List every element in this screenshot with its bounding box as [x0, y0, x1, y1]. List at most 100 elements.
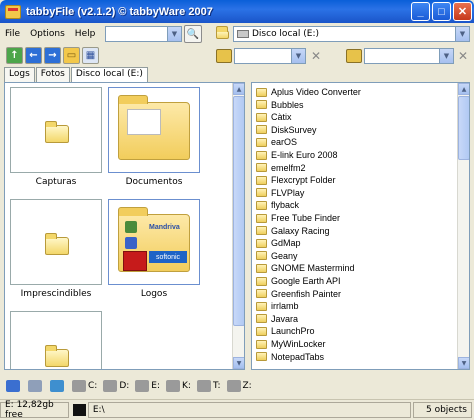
drive-c[interactable]: C:: [88, 381, 97, 391]
drive-e[interactable]: E:: [151, 381, 160, 391]
folder-icon: [256, 251, 267, 261]
thumbnail-pane[interactable]: Capturas Documentos Imprescindibles Mand…: [4, 82, 245, 370]
network-icon[interactable]: [50, 380, 64, 392]
tab-logs[interactable]: Logs: [4, 67, 35, 82]
list-item[interactable]: Flexcrypt Folder: [256, 174, 336, 186]
drive-icon: [237, 30, 249, 38]
drive-d[interactable]: D:: [119, 381, 129, 391]
list-item[interactable]: Free Tube Finder: [256, 212, 340, 224]
tab-disco-local[interactable]: Disco local (E:): [70, 67, 148, 82]
document-preview: [127, 109, 161, 135]
cd-drive-icon[interactable]: [103, 380, 118, 392]
list-item[interactable]: Google Earth API: [256, 275, 341, 287]
drive-icon[interactable]: [226, 380, 241, 392]
app-logo-icon: [125, 237, 137, 249]
list-item[interactable]: DiskSurvey: [256, 124, 317, 136]
softonic-logo: softonic: [149, 251, 187, 263]
scroll-down-icon[interactable]: ▼: [458, 357, 469, 369]
drive-folder-icon[interactable]: [346, 49, 362, 63]
minimize-button[interactable]: _: [411, 2, 430, 21]
list-item[interactable]: NotepadTabs: [256, 351, 324, 363]
list-item[interactable]: flyback: [256, 199, 299, 211]
drive-folder-icon[interactable]: [216, 49, 232, 63]
drive-icon[interactable]: [166, 380, 181, 392]
list-item-label: GdMap: [271, 238, 301, 249]
chevron-down-icon[interactable]: ▼: [167, 27, 181, 41]
list-item-label: Greenfish Painter: [271, 288, 342, 299]
list-item-label: Geany: [271, 250, 298, 261]
mandriva-logo: Mandriva: [149, 224, 180, 231]
chevron-down-icon[interactable]: ▼: [439, 49, 453, 63]
chevron-down-icon[interactable]: ▼: [291, 49, 305, 63]
list-item-label: Càtix: [271, 112, 292, 123]
refresh-icon[interactable]: [6, 380, 20, 392]
list-item[interactable]: E-link Euro 2008: [256, 149, 338, 161]
toolbar-combo-2[interactable]: ▼: [364, 48, 454, 64]
forward-icon[interactable]: →: [44, 47, 61, 64]
folder-icon: [256, 125, 267, 135]
scroll-up-icon[interactable]: ▲: [458, 83, 469, 95]
menu-options[interactable]: Options: [25, 29, 70, 39]
toolbar-combo-1[interactable]: ▼: [234, 48, 306, 64]
list-item[interactable]: Galaxy Racing: [256, 225, 330, 237]
drive-icon[interactable]: [72, 380, 86, 392]
thumbnail-documentos[interactable]: [108, 87, 200, 173]
right-scrollbar[interactable]: ▲ ▼: [457, 83, 469, 369]
list-item-label: Flexcrypt Folder: [271, 175, 336, 186]
file-list[interactable]: Aplus Video Converter Bubbles Càtix DiskSur…: [251, 82, 470, 370]
thumbnail-folder[interactable]: [10, 311, 102, 369]
tab-fotos[interactable]: Fotos: [35, 67, 70, 82]
thumbnail-label: Capturas: [35, 177, 77, 187]
list-item[interactable]: Greenfish Painter: [256, 288, 341, 300]
scroll-thumb[interactable]: [233, 96, 244, 326]
close-button[interactable]: ✕: [453, 2, 472, 21]
list-item[interactable]: earOS: [256, 136, 297, 148]
thumbnail-logos[interactable]: Mandriva softonic: [108, 199, 200, 285]
up-folder-icon[interactable]: ↑: [6, 47, 23, 64]
menu-help[interactable]: Help: [70, 29, 101, 39]
list-item[interactable]: FLVPlay: [256, 187, 304, 199]
list-item[interactable]: LaunchPro: [256, 325, 315, 337]
scroll-thumb[interactable]: [458, 96, 469, 160]
list-item[interactable]: irrlamb: [256, 300, 299, 312]
title-bar[interactable]: tabbyFile (v2.1.2) © tabbyWare 2007 _ □ …: [0, 0, 474, 23]
drive-icon[interactable]: [135, 380, 150, 392]
console-icon[interactable]: [73, 403, 86, 416]
list-item[interactable]: emelfm2: [256, 162, 306, 174]
list-item[interactable]: GNOME Mastermind: [256, 262, 355, 274]
list-item-label: Galaxy Racing: [271, 225, 330, 236]
maximize-button[interactable]: □: [432, 2, 451, 21]
drive-k[interactable]: K:: [182, 381, 191, 391]
search-button[interactable]: 🔍: [184, 25, 202, 43]
view-icon[interactable]: ▦: [82, 47, 99, 64]
list-item[interactable]: Bubbles: [256, 99, 304, 111]
list-item[interactable]: Javara: [256, 313, 298, 325]
user-icon[interactable]: [28, 380, 42, 392]
search-combo[interactable]: ▼: [105, 26, 182, 42]
list-item-label: Aplus Video Converter: [271, 87, 361, 97]
delete-icon[interactable]: ✕: [311, 49, 321, 63]
thumbnail-imprescindibles[interactable]: [10, 199, 102, 285]
scroll-up-icon[interactable]: ▲: [233, 83, 244, 95]
list-item[interactable]: MyWinLocker: [256, 338, 326, 350]
drive-z[interactable]: Z:: [243, 381, 252, 391]
drive-t[interactable]: T:: [213, 381, 221, 391]
back-icon[interactable]: ←: [25, 47, 42, 64]
scroll-down-icon[interactable]: ▼: [233, 357, 244, 369]
thumbnail-capturas[interactable]: [10, 87, 102, 173]
list-item-label: E-link Euro 2008: [271, 150, 338, 160]
list-item[interactable]: Càtix: [256, 111, 292, 123]
menu-file[interactable]: File: [0, 29, 25, 39]
list-item[interactable]: Aplus Video Converter: [256, 86, 361, 98]
delete-icon[interactable]: ✕: [458, 49, 468, 63]
list-item[interactable]: GdMap: [256, 237, 301, 249]
new-folder-icon[interactable]: ▭: [63, 47, 80, 64]
folder-icon: [256, 276, 267, 286]
chevron-down-icon[interactable]: ▼: [455, 27, 469, 41]
list-item[interactable]: Geany: [256, 250, 298, 262]
status-object-count: 5 objects: [412, 401, 472, 418]
drive-icon[interactable]: [196, 380, 211, 392]
folder-icon: [256, 263, 267, 273]
left-scrollbar[interactable]: ▲ ▼: [232, 83, 244, 369]
path-combo[interactable]: Disco local (E:) ▼: [233, 26, 470, 42]
